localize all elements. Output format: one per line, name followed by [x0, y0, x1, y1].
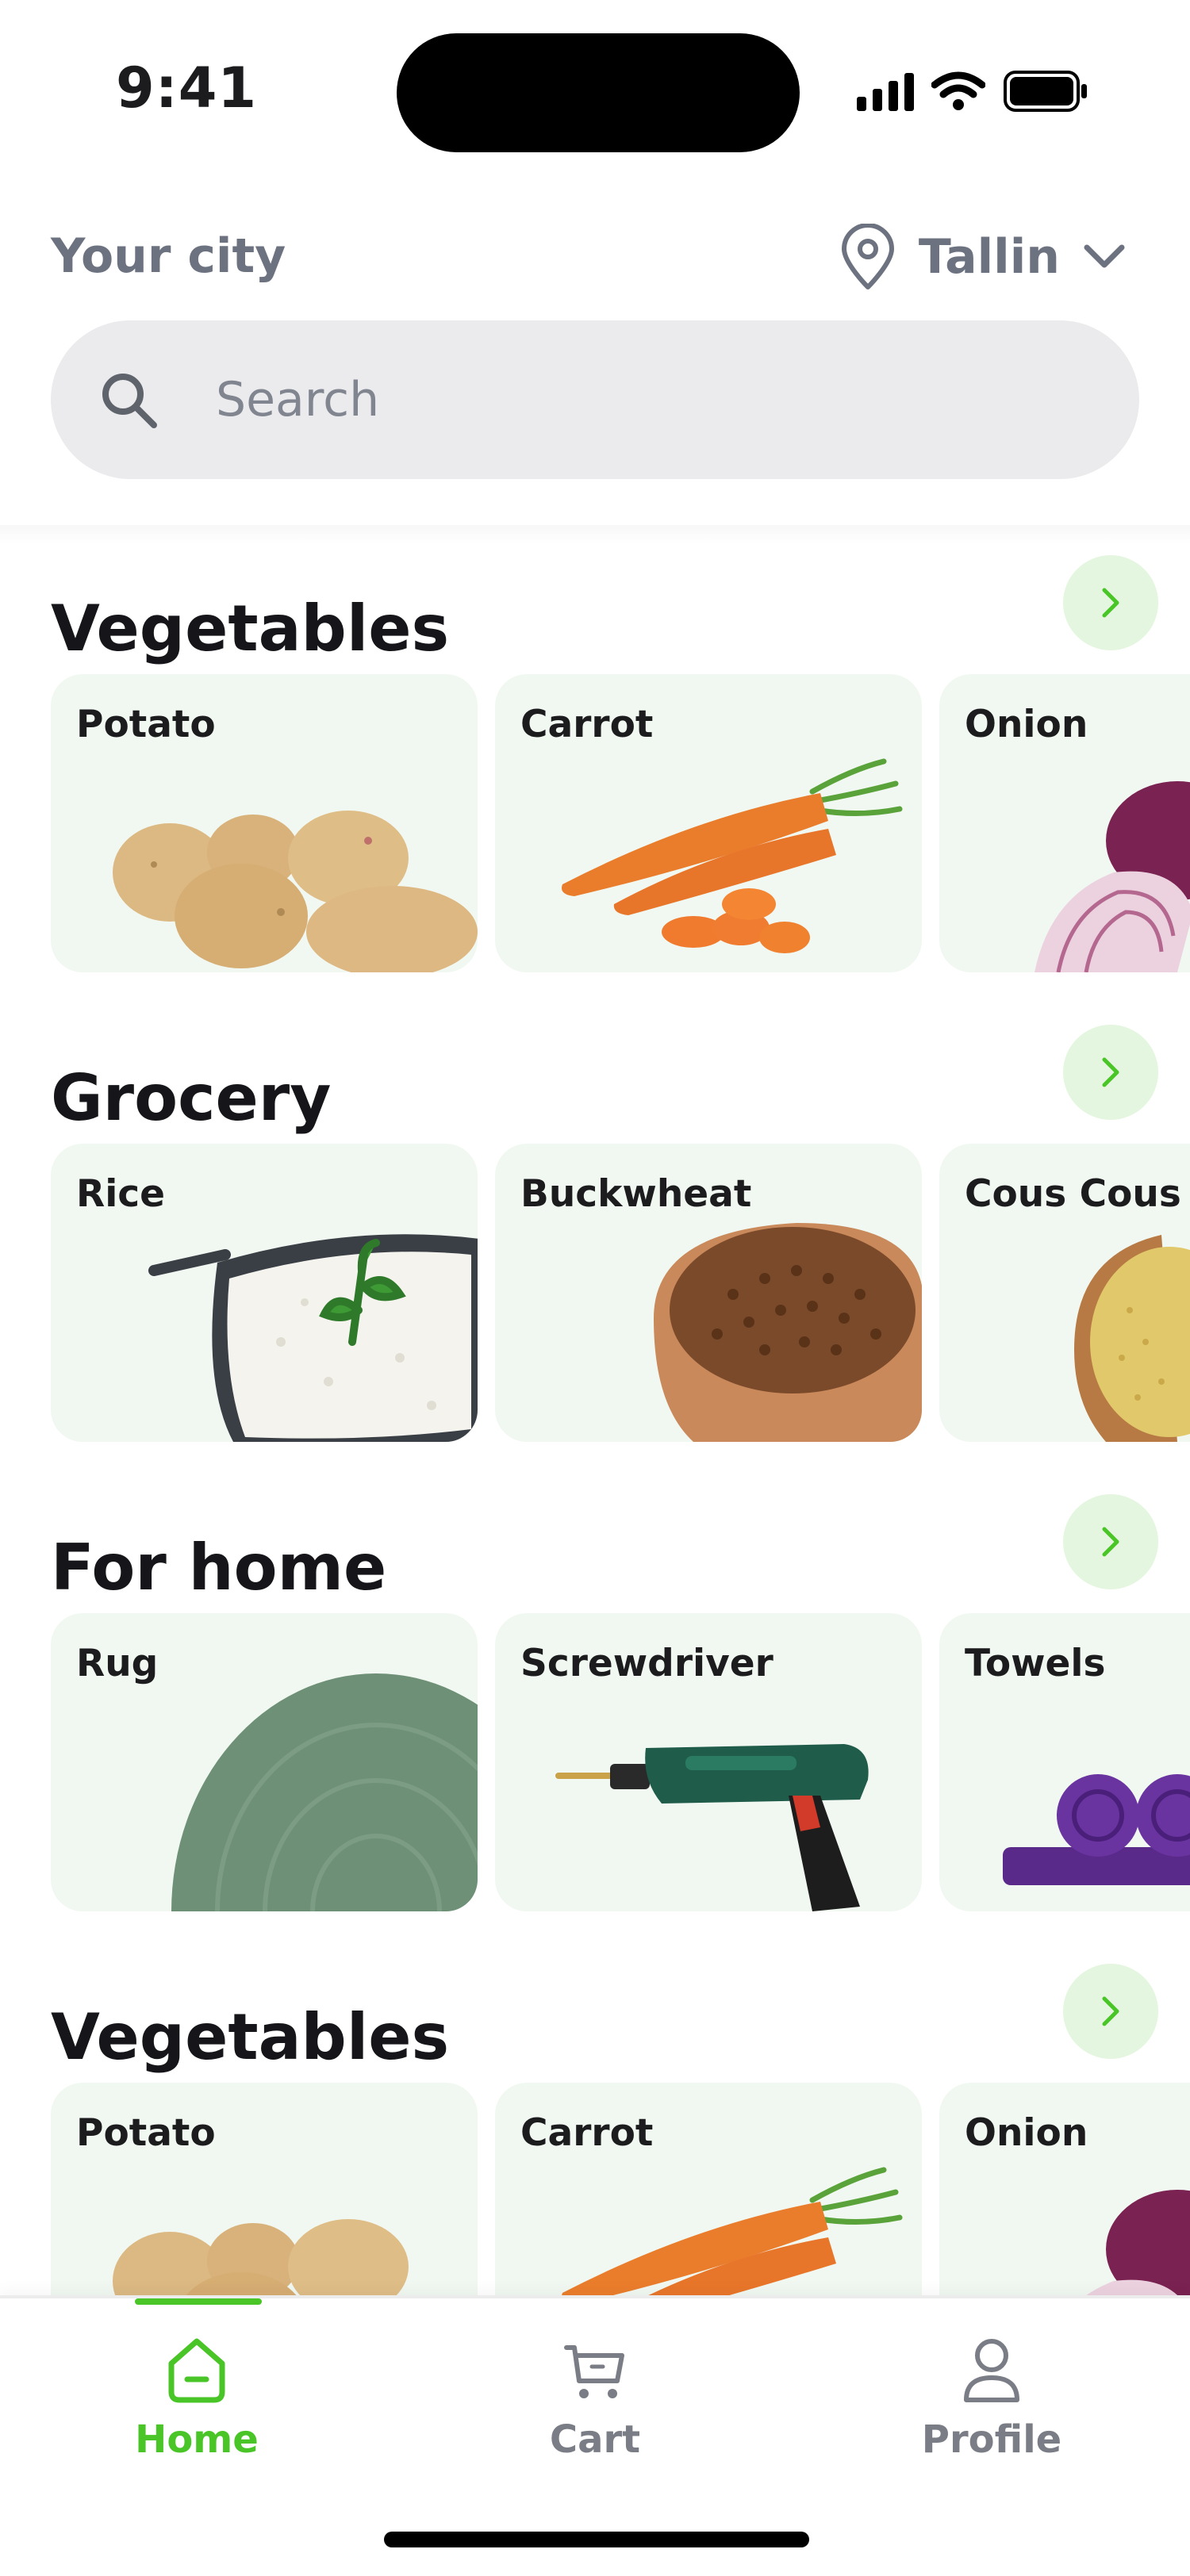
- status-time: 9:41: [116, 56, 258, 121]
- battery-icon: [1004, 71, 1087, 112]
- product-card-screwdriver[interactable]: Screwdriver: [495, 1613, 922, 1911]
- product-label: Onion: [965, 703, 1088, 746]
- city-label: Your city: [51, 228, 286, 284]
- section-more-button[interactable]: [1063, 1025, 1158, 1120]
- product-label: Rug: [76, 1642, 159, 1685]
- product-card-potato[interactable]: Potato: [51, 674, 478, 972]
- section-title: For home: [51, 1531, 387, 1604]
- location-pin-icon: [841, 224, 894, 289]
- product-label: Buckwheat: [520, 1172, 752, 1216]
- home-icon: [168, 2338, 225, 2403]
- product-carousel[interactable]: Rug Screwdriver Towels: [51, 1613, 1190, 1911]
- product-label: Screwdriver: [520, 1642, 774, 1685]
- search-icon: [102, 374, 157, 428]
- profile-icon: [964, 2339, 1019, 2402]
- divider: [0, 525, 1190, 544]
- tab-home[interactable]: Home: [78, 2330, 316, 2489]
- chevron-right-icon: [1102, 1527, 1119, 1557]
- section-for-home: For home Rug Screwdriver Towels: [0, 1494, 1190, 1938]
- section-vegetables: Vegetables Potato Carrot Onion: [0, 555, 1190, 999]
- chevron-right-icon: [1102, 1057, 1119, 1087]
- city-selector[interactable]: Tallin: [839, 222, 1127, 292]
- section-title: Vegetables: [51, 592, 450, 665]
- dynamic-island: [397, 33, 800, 152]
- product-card-rug[interactable]: Rug: [51, 1613, 478, 1911]
- product-label: Carrot: [520, 703, 654, 746]
- tab-label: Home: [135, 2417, 259, 2462]
- search-input[interactable]: Search: [51, 320, 1139, 479]
- product-label: Potato: [76, 703, 216, 746]
- wifi-icon: [931, 71, 985, 110]
- product-label: Towels: [965, 1642, 1106, 1685]
- product-carousel[interactable]: Rice Buckwheat Cous Cous: [51, 1144, 1190, 1442]
- product-card-rice[interactable]: Rice: [51, 1144, 478, 1442]
- search-placeholder: Search: [216, 372, 380, 427]
- tab-profile[interactable]: Profile: [873, 2330, 1111, 2489]
- chevron-down-icon: [1084, 244, 1125, 268]
- city-value: Tallin: [918, 229, 1060, 285]
- tab-label: Cart: [549, 2417, 641, 2462]
- product-card-carrot[interactable]: Carrot: [495, 674, 922, 972]
- section-title: Grocery: [51, 1061, 332, 1135]
- product-card-onion[interactable]: Onion: [939, 674, 1190, 972]
- section-grocery: Grocery Rice Buckwheat Cous Cous: [0, 1025, 1190, 1469]
- product-card-couscous[interactable]: Cous Cous: [939, 1144, 1190, 1442]
- product-carousel[interactable]: Potato Carrot Onion: [51, 674, 1190, 972]
- section-more-button[interactable]: [1063, 555, 1158, 650]
- section-more-button[interactable]: [1063, 1964, 1158, 2059]
- product-label: Cous Cous: [965, 1172, 1181, 1216]
- cellular-signal-icon: [857, 71, 914, 111]
- home-indicator: [384, 2532, 809, 2547]
- tab-cart[interactable]: Cart: [476, 2330, 714, 2489]
- section-more-button[interactable]: [1063, 1494, 1158, 1589]
- product-card-towels[interactable]: Towels: [939, 1613, 1190, 1911]
- status-icons: [857, 63, 1088, 119]
- product-label: Carrot: [520, 2111, 654, 2155]
- product-card-buckwheat[interactable]: Buckwheat: [495, 1144, 922, 1442]
- product-label: Rice: [76, 1172, 166, 1216]
- product-label: Potato: [76, 2111, 216, 2155]
- chevron-right-icon: [1102, 588, 1119, 618]
- product-label: Onion: [965, 2111, 1088, 2155]
- active-tab-indicator: [135, 2298, 262, 2305]
- chevron-right-icon: [1102, 1996, 1119, 2026]
- status-bar: 9:41: [0, 0, 1190, 174]
- tab-label: Profile: [921, 2417, 1062, 2462]
- cart-icon: [564, 2345, 624, 2398]
- section-title: Vegetables: [51, 2000, 450, 2074]
